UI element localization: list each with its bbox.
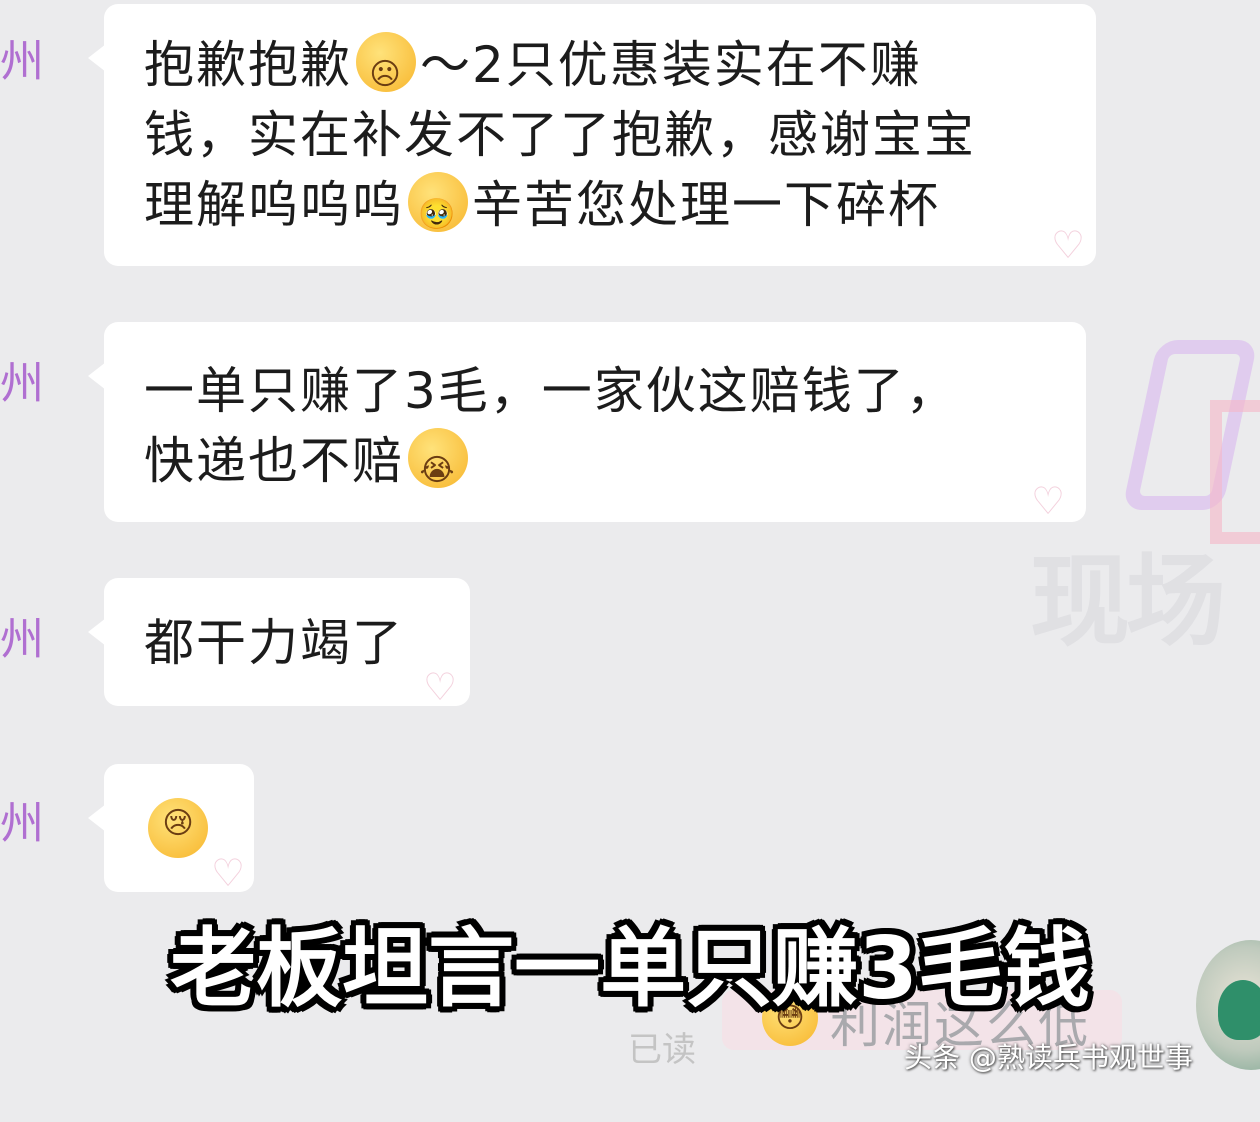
sender-name-fragment: 州 [0, 358, 44, 409]
message-text: 抱歉抱歉～2只优惠装实在不赚 钱，实在补发不了了抱歉，感谢宝宝 理解呜呜呜辛苦您… [144, 30, 1056, 250]
watermark-background-text: 现场 [1030, 543, 1226, 660]
loudly-crying-emoji-icon [408, 428, 468, 506]
sender-name-fragment: 州 [0, 36, 44, 87]
message-bubble[interactable]: ♡ [88, 764, 254, 895]
chat-screen: 现场 州 抱歉抱歉～2只优惠装实在不赚 钱，实在补发不了了抱歉，感谢宝宝 理解呜… [0, 0, 1260, 1122]
message-text: 一单只赚了3毛，一家伙这赔钱了， 快递也不赔 [144, 356, 1046, 506]
message-text-part: 辛苦您处理一下碎杯 [472, 176, 940, 234]
heart-sticker-icon: ♡ [1030, 479, 1066, 523]
sender-name-fragment: 州 [0, 798, 44, 849]
crying-emoji-icon [148, 798, 208, 858]
read-status-label: 已读 [628, 1030, 696, 1070]
message-bubble[interactable]: 一单只赚了3毛，一家伙这赔钱了， 快递也不赔 ♡ [88, 322, 1086, 523]
frown-emoji-icon [356, 32, 416, 110]
message-text: 都干力竭了 [144, 614, 404, 672]
message-text-part: 抱歉抱歉 [144, 36, 352, 94]
sender-name-fragment: 州 [0, 614, 44, 665]
heart-sticker-icon: ♡ [422, 665, 458, 709]
heart-sticker-icon: ♡ [1050, 223, 1086, 267]
message-bubble[interactable]: 都干力竭了 ♡ [88, 578, 470, 709]
site-watermark: 头条 @熟读兵书观世事 [904, 1041, 1193, 1074]
teary-smile-emoji-icon [408, 172, 468, 250]
message-bubble[interactable]: 抱歉抱歉～2只优惠装实在不赚 钱，实在补发不了了抱歉，感谢宝宝 理解呜呜呜辛苦您… [88, 4, 1096, 267]
message-text-part: 一单只赚了3毛，一家伙这赔钱了， 快递也不赔 [144, 362, 958, 490]
video-caption: 老板坦言一单只赚3毛钱 [170, 919, 1090, 1019]
heart-sticker-icon: ♡ [210, 851, 246, 895]
